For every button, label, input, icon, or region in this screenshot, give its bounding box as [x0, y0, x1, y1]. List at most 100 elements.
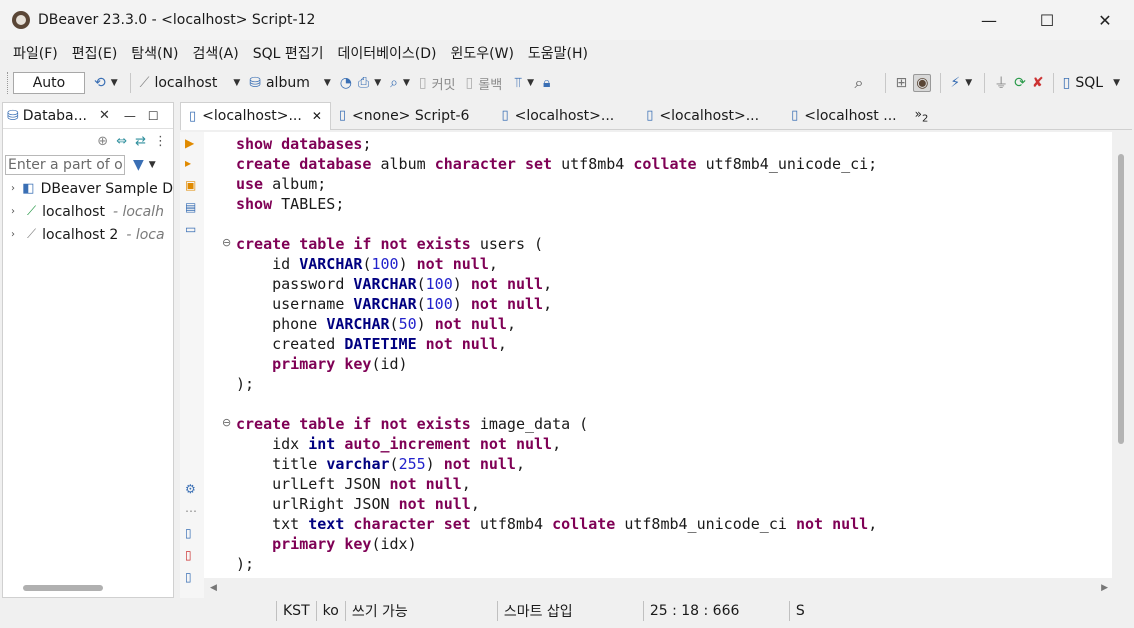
- status-write-mode: 쓰기 가능: [344, 601, 497, 621]
- expand-chevron-icon[interactable]: ›: [11, 206, 27, 217]
- minimize-icon[interactable]: —: [124, 109, 136, 123]
- tab-script-12[interactable]: ▯ <localhost>... ✕: [180, 101, 331, 130]
- filter-icon[interactable]: ▼: [133, 157, 144, 173]
- active-connection-selector[interactable]: localhost: [154, 75, 217, 91]
- menu-edit[interactable]: 편집(E): [65, 43, 125, 63]
- schema-dropdown-icon[interactable]: ▼: [324, 78, 331, 88]
- navigator-filter-row: ▼ ▼: [3, 153, 173, 177]
- tab-localhost-script[interactable]: ▯ <localhost ...: [783, 102, 905, 130]
- format-icon[interactable]: ▯: [185, 570, 192, 584]
- scroll-left-icon[interactable]: ◀: [210, 583, 217, 593]
- execute-statement-icon[interactable]: ▶: [185, 136, 194, 150]
- navigator-filter-input[interactable]: [5, 155, 125, 175]
- dashboard-icon[interactable]: ◔: [340, 75, 352, 91]
- navigator-horizontal-scrollbar[interactable]: [23, 585, 103, 591]
- minimize-button[interactable]: —: [960, 0, 1018, 40]
- global-search-icon[interactable]: ⌕: [854, 73, 863, 93]
- rollback-button[interactable]: 롤백: [478, 74, 502, 93]
- sql-editor[interactable]: ▶ ▸ ▣ ▤ ▭ ⚙ ⋯ ▯ ▯ ▯ ⊖ ⊖ show databases; …: [180, 132, 1112, 598]
- tab-localhost-script[interactable]: ▯ <localhost>...: [638, 102, 767, 130]
- settings-gear-icon[interactable]: ⚙: [185, 482, 196, 496]
- editor-tab-bar: ▯ <localhost>... ✕ ▯ <none> Script-6 ▯ <…: [180, 101, 1132, 130]
- maximize-button[interactable]: ☐: [1018, 0, 1076, 40]
- lock-icon[interactable]: 🔒︎: [543, 75, 550, 91]
- navigator-tab[interactable]: ⛁ Databa... ✕ — ☐: [3, 103, 173, 129]
- transaction-dropdown-icon[interactable]: ▼: [527, 78, 534, 88]
- dbeaver-logo-icon: [12, 11, 30, 29]
- toolbar-separator: [940, 73, 942, 93]
- database-connection-icon: ⟋: [27, 227, 37, 242]
- search-dropdown-icon[interactable]: ▼: [403, 78, 410, 88]
- active-schema-selector[interactable]: album: [266, 75, 310, 91]
- more-tabs-icon[interactable]: »2: [915, 107, 929, 124]
- toolbar-separator: [1052, 73, 1054, 93]
- filter-dropdown-icon[interactable]: ▼: [149, 160, 156, 170]
- vertical-scroll-thumb[interactable]: [1118, 154, 1124, 444]
- menu-sql-editor[interactable]: SQL 편집기: [246, 43, 331, 63]
- scroll-right-icon[interactable]: ▶: [1101, 583, 1108, 593]
- transaction-log-icon[interactable]: ⫪: [514, 75, 522, 91]
- disconnect-all-icon[interactable]: ✘: [1032, 75, 1044, 91]
- menu-window[interactable]: 윈도우(W): [444, 43, 521, 63]
- close-icon[interactable]: ✕: [99, 108, 110, 123]
- print-icon[interactable]: ⎙: [358, 75, 369, 91]
- dbeaver-perspective-icon[interactable]: ◉: [913, 74, 932, 92]
- menu-search[interactable]: 검색(A): [185, 43, 245, 63]
- tree-item-localhost-2[interactable]: › ⟋ localhost 2 - loca: [3, 223, 173, 246]
- console-icon[interactable]: ▭: [185, 222, 196, 236]
- tree-item-localhost[interactable]: › ⟋ localhost - localh: [3, 200, 173, 223]
- menu-file[interactable]: 파일(F): [6, 43, 65, 63]
- new-connection-dropdown-icon[interactable]: ▼: [965, 78, 972, 88]
- tab-script-6[interactable]: ▯ <none> Script-6: [331, 102, 478, 130]
- reconnect-icon[interactable]: ⟳: [1014, 75, 1026, 91]
- close-tab-icon[interactable]: ✕: [312, 109, 322, 123]
- transaction-mode-button[interactable]: Auto: [13, 72, 85, 94]
- new-connection-icon[interactable]: ⚡︎: [950, 75, 960, 91]
- connection-icon: ⟋: [139, 75, 150, 91]
- tree-item-label: localhost 2: [42, 226, 119, 243]
- menu-navigate[interactable]: 탐색(N): [124, 43, 185, 63]
- commit-button[interactable]: 커밋: [432, 74, 456, 93]
- editor-vertical-scrollbar[interactable]: [1114, 132, 1130, 578]
- tab-label: <localhost>...: [659, 107, 760, 124]
- toolbar-separator: [129, 73, 131, 93]
- view-menu-icon[interactable]: ⋮: [154, 134, 167, 149]
- fold-collapse-icon[interactable]: ⊖: [222, 236, 231, 249]
- sql-code[interactable]: show databases; create database album ch…: [236, 134, 877, 574]
- menu-database[interactable]: 데이터베이스(D): [331, 43, 444, 63]
- search-icon[interactable]: ⌕: [390, 75, 398, 91]
- open-perspective-icon[interactable]: ⊞: [895, 75, 907, 91]
- collapse-all-icon[interactable]: ⇔: [116, 134, 127, 149]
- fold-collapse-icon[interactable]: ⊖: [222, 416, 231, 429]
- toolbar-grip: [7, 72, 10, 94]
- rollback-icon: ▯: [465, 75, 474, 91]
- sample-database-icon: ◧: [22, 181, 35, 196]
- editor-horizontal-scrollbar[interactable]: ◀ ▶: [204, 580, 1114, 596]
- connection-dropdown-icon[interactable]: ▼: [233, 78, 240, 88]
- execute-in-new-tab-icon[interactable]: ▸: [185, 156, 191, 170]
- print-dropdown-icon[interactable]: ▼: [374, 78, 381, 88]
- disconnect-icon[interactable]: ⏚: [994, 73, 1008, 93]
- schema-icon: ⛁: [249, 75, 261, 91]
- new-folder-icon[interactable]: ⊕: [97, 134, 108, 149]
- close-button[interactable]: ✕: [1076, 0, 1134, 40]
- sql-editor-icon: ▯: [1062, 75, 1071, 91]
- execute-script-icon[interactable]: ▣: [185, 178, 196, 192]
- main-toolbar: Auto ⟲ ▼ ⟋ localhost ▼ ⛁ album ▼ ◔ ⎙ ▼ ⌕…: [0, 68, 1134, 98]
- link-editor-icon[interactable]: ⇄: [135, 134, 146, 149]
- expand-chevron-icon[interactable]: ›: [11, 183, 22, 194]
- explain-plan-icon[interactable]: ▤: [185, 200, 196, 214]
- sql-dropdown-icon[interactable]: ▼: [1113, 78, 1120, 88]
- title-bar: DBeaver 23.3.0 - <localhost> Script-12 —…: [0, 0, 1134, 40]
- history-dropdown-icon[interactable]: ▼: [111, 78, 118, 88]
- tab-label: <none> Script-6: [352, 107, 470, 124]
- tree-item-sample-db[interactable]: › ◧ DBeaver Sample D: [3, 177, 173, 200]
- menu-help[interactable]: 도움말(H): [521, 43, 595, 63]
- export-icon[interactable]: ▯: [185, 526, 192, 540]
- tab-localhost-script[interactable]: ▯ <localhost>...: [493, 102, 622, 130]
- maximize-icon[interactable]: ☐: [148, 109, 159, 123]
- import-icon[interactable]: ▯: [185, 548, 192, 562]
- sql-perspective-button[interactable]: SQL: [1075, 75, 1103, 91]
- expand-chevron-icon[interactable]: ›: [11, 229, 27, 240]
- history-icon[interactable]: ⟲: [94, 75, 106, 91]
